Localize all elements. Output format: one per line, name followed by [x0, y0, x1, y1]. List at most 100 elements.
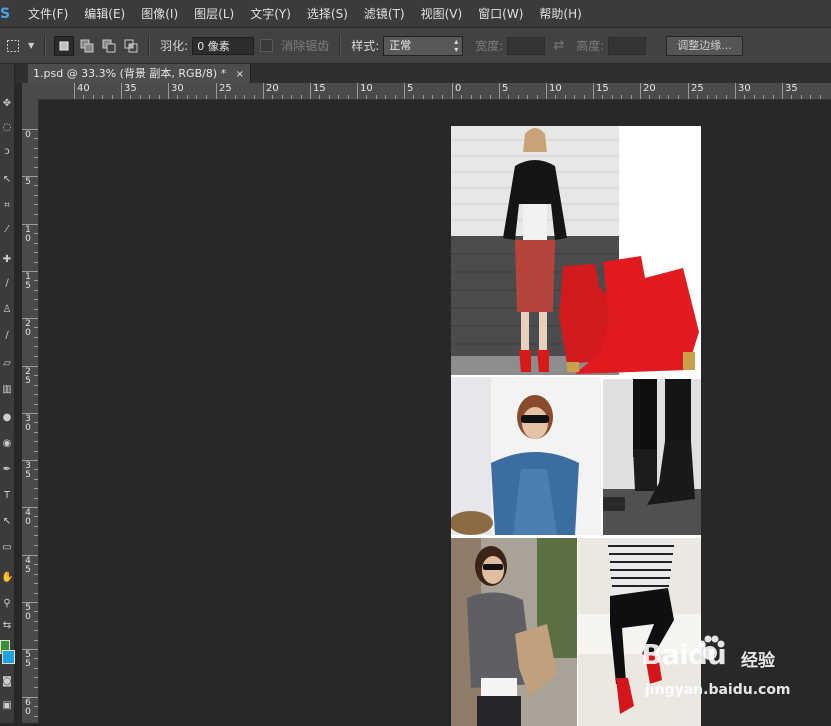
ruler-major-tick [310, 83, 311, 99]
canvas-area[interactable] [39, 100, 831, 726]
ruler-minor-tick [225, 95, 226, 99]
background-color-swatch[interactable] [2, 650, 15, 664]
ruler-minor-tick [395, 95, 396, 99]
ruler-minor-tick [707, 95, 708, 99]
intersect-selection-icon[interactable] [122, 37, 140, 55]
ruler-label: 10 [25, 225, 31, 244]
ruler-minor-tick [93, 95, 94, 99]
menu-edit[interactable]: 编辑(E) [76, 5, 133, 22]
document-tab[interactable]: 1.psd @ 33.3% (背景 副本, RGB/8) * × [28, 64, 252, 83]
ruler-minor-tick [34, 167, 38, 168]
tool-preset-chevron-down-icon[interactable]: ▼ [28, 41, 34, 50]
ruler-minor-tick [34, 138, 38, 139]
ruler-origin[interactable] [22, 83, 39, 100]
antialias-checkbox[interactable] [260, 39, 274, 52]
gradient-tool-icon[interactable]: ▥ [1, 384, 13, 396]
ruler-minor-tick [34, 252, 38, 253]
ruler-minor-tick [820, 95, 821, 99]
ruler-minor-tick [34, 630, 38, 631]
move-tool-icon[interactable]: ✥ [1, 98, 13, 110]
ruler-minor-tick [34, 157, 38, 158]
ruler-minor-tick [810, 95, 811, 99]
eyedropper-tool-icon[interactable]: ⁄ [1, 224, 13, 236]
ruler-minor-tick [791, 95, 792, 99]
horizontal-ruler[interactable]: 40 35 30 25 20 15 10 5 0 5 10 15 20 25 30 35 [38, 83, 831, 100]
ruler-minor-tick [34, 526, 38, 527]
crop-tool-icon[interactable]: ⌗ [1, 200, 13, 212]
photo-denim-shirt-look [451, 377, 601, 535]
menu-type[interactable]: 文字(Y) [242, 5, 299, 22]
eraser-tool-icon[interactable]: ▱ [1, 358, 13, 370]
separator [44, 34, 47, 57]
feather-input[interactable]: 0 像素 [192, 36, 255, 55]
height-input[interactable] [608, 36, 647, 55]
ruler-minor-tick [716, 95, 717, 99]
ruler-minor-tick [112, 95, 113, 99]
ruler-minor-tick [461, 95, 462, 99]
ruler-minor-tick [196, 95, 197, 99]
zoom-tool-icon[interactable]: ⚲ [1, 598, 13, 610]
ruler-major-tick [640, 83, 641, 99]
ruler-minor-tick [34, 706, 38, 707]
ruler-major-tick [688, 83, 689, 99]
menu-view[interactable]: 视图(V) [413, 5, 471, 22]
clone-stamp-tool-icon[interactable]: ♙ [1, 304, 13, 316]
ruler-major-tick [404, 83, 405, 99]
ruler-minor-tick [34, 309, 38, 310]
swap-colors-icon[interactable]: ⇆ [1, 620, 13, 632]
watermark-tag: 经验 [741, 651, 775, 671]
lasso-tool-icon[interactable]: ↄ [1, 146, 13, 158]
history-brush-tool-icon[interactable]: ∕ [1, 330, 13, 342]
quick-mask-icon[interactable]: ◙ [1, 676, 13, 688]
style-select[interactable]: 正常 ▴ ▾ [383, 35, 464, 56]
ruler-minor-tick [678, 95, 679, 99]
ruler-label: 15 [25, 272, 31, 291]
ruler-minor-tick [34, 479, 38, 480]
ruler-minor-tick [801, 95, 802, 99]
ruler-label: 10 [360, 83, 373, 94]
ruler-minor-tick [254, 95, 255, 99]
ruler-label: 20 [266, 83, 279, 94]
blur-tool-icon[interactable]: ● [1, 412, 13, 424]
ruler-minor-tick [726, 95, 727, 99]
ruler-label: 35 [25, 461, 31, 480]
screen-mode-icon[interactable]: ▣ [1, 700, 13, 712]
menu-help[interactable]: 帮助(H) [531, 5, 589, 22]
add-to-selection-icon[interactable] [78, 37, 96, 55]
ruler-major-tick [168, 83, 169, 99]
close-icon[interactable]: × [236, 69, 244, 80]
width-input[interactable] [507, 36, 546, 55]
marquee-tool-icon[interactable]: ◌ [1, 122, 13, 134]
type-tool-icon[interactable]: T [1, 490, 13, 502]
ruler-minor-tick [34, 233, 38, 234]
ruler-minor-tick [659, 95, 660, 99]
menu-window[interactable]: 窗口(W) [470, 5, 531, 22]
pen-tool-icon[interactable]: ✒ [1, 464, 13, 476]
ruler-minor-tick [34, 658, 38, 659]
ruler-minor-tick [34, 564, 38, 565]
brush-tool-icon[interactable]: ∕ [1, 278, 13, 290]
hand-tool-icon[interactable]: ✋ [1, 572, 13, 584]
shape-tool-icon[interactable]: ▭ [1, 542, 13, 554]
ruler-minor-tick [130, 95, 131, 99]
menu-layer[interactable]: 图层(L) [186, 5, 242, 22]
refine-edge-button[interactable]: 调整边缘... [666, 35, 743, 56]
path-selection-tool-icon[interactable]: ↖ [1, 516, 13, 528]
new-selection-icon[interactable] [54, 35, 75, 56]
dodge-tool-icon[interactable]: ◉ [1, 438, 13, 450]
ruler-minor-tick [102, 95, 103, 99]
menu-select[interactable]: 选择(S) [299, 5, 356, 22]
menu-filter[interactable]: 滤镜(T) [356, 5, 413, 22]
rect-marquee-tool-icon[interactable] [4, 37, 22, 55]
menu-file[interactable]: 文件(F) [20, 5, 76, 22]
subtract-from-selection-icon[interactable] [100, 37, 118, 55]
swap-dimensions-icon[interactable]: ⇄ [553, 38, 564, 53]
ruler-label: 55 [25, 650, 31, 669]
healing-brush-tool-icon[interactable]: ✚ [1, 254, 13, 266]
ruler-minor-tick [649, 95, 650, 99]
ruler-minor-tick [612, 95, 613, 99]
menu-image[interactable]: 图像(I) [133, 5, 186, 22]
vertical-ruler[interactable]: 0 5 10 15 20 25 30 35 40 45 50 55 60 [22, 99, 39, 723]
quick-selection-tool-icon[interactable]: ↖ [1, 174, 13, 186]
ruler-minor-tick [34, 404, 38, 405]
